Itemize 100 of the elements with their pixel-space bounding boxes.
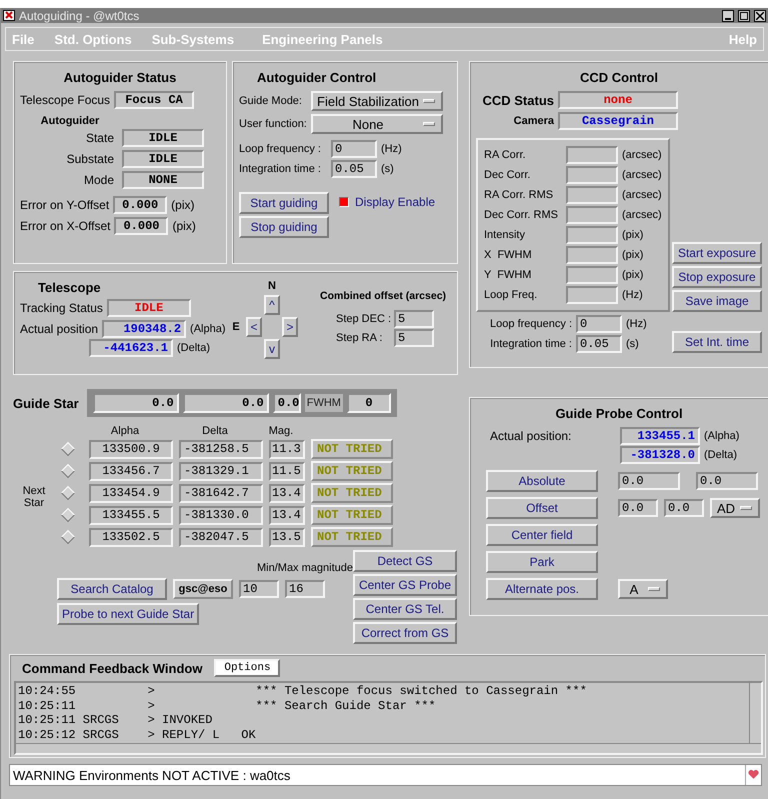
- action-button[interactable]: Correct from GS: [353, 622, 457, 644]
- readout-field: [566, 206, 618, 224]
- set-button[interactable]: Set Int. time: [672, 331, 762, 353]
- south-button[interactable]: v: [264, 339, 280, 359]
- value-field: 0.0: [272, 393, 301, 413]
- minimize-icon[interactable]: [722, 10, 734, 22]
- west-button[interactable]: >: [282, 317, 298, 337]
- dropdown[interactable]: None: [311, 114, 443, 134]
- alpha-cell: 133454.9: [89, 484, 173, 502]
- options-button[interactable]: Options: [214, 659, 280, 677]
- readout-field: [566, 226, 618, 244]
- action-button[interactable]: Center field: [486, 524, 598, 546]
- action-button[interactable]: Center GS Probe: [353, 574, 457, 596]
- field-label: Min/Max magnitude: [256, 562, 353, 574]
- dash-icon: [423, 122, 435, 126]
- input-field[interactable]: 0: [331, 140, 377, 158]
- field-label: Integration time :: [489, 338, 572, 350]
- status-message: WARNING Environments NOT ACTIVE : wa0tcs: [13, 768, 290, 782]
- alpha-field: 133455.1: [620, 427, 700, 445]
- action-button[interactable]: Stop guiding: [239, 216, 329, 238]
- status-cell: NOT TRIED: [311, 527, 393, 547]
- panel-title: Telescope: [37, 280, 102, 295]
- dash-icon: [423, 99, 435, 103]
- status-field: IDLE: [122, 129, 204, 147]
- delta-cell: -381330.0: [179, 506, 263, 524]
- vertical-scrollbar[interactable]: [749, 683, 761, 743]
- probe-button[interactable]: Probe to next Guide Star: [57, 603, 200, 625]
- field-label: Loop frequency :: [239, 143, 322, 155]
- log-line: 10:25:11 > *** Search Guide Star ***: [18, 698, 437, 713]
- action-button[interactable]: Center GS Tel.: [353, 598, 457, 620]
- input-field[interactable]: 5: [394, 329, 434, 347]
- field-label: Camera: [512, 115, 554, 127]
- action-button[interactable]: Park: [486, 551, 598, 573]
- action-button[interactable]: Save image: [672, 290, 762, 312]
- dropdown[interactable]: AD: [710, 498, 760, 518]
- field-label: Telescope Focus: [20, 93, 110, 107]
- search-button[interactable]: Search Catalog: [57, 578, 167, 600]
- readout-field: [566, 186, 618, 204]
- action-button[interactable]: Alternate pos.: [486, 578, 598, 600]
- input-field[interactable]: 0.0: [696, 472, 758, 490]
- action-button[interactable]: Absolute: [486, 470, 598, 492]
- dropdown[interactable]: A: [618, 579, 668, 599]
- field-label: RA Corr.: [484, 149, 527, 161]
- unit-label: (pix): [622, 249, 644, 261]
- field-label: Actual position:: [489, 429, 572, 443]
- unit-label: (Hz): [622, 289, 643, 301]
- error-field: 0.000: [114, 217, 168, 235]
- fwhm-field: 0: [346, 393, 391, 413]
- field-label: Actual position: [20, 322, 98, 336]
- field-label: Dec Corr. RMS: [484, 209, 559, 221]
- value-field: 0.0: [182, 393, 269, 413]
- input-field[interactable]: 5: [394, 310, 434, 328]
- unit-label: (Alpha): [190, 323, 226, 335]
- action-button[interactable]: Detect GS: [353, 550, 457, 572]
- input-field[interactable]: 16: [285, 580, 325, 598]
- section-title: Guide Star: [13, 396, 79, 410]
- field-label: Step DEC :: [336, 313, 390, 325]
- magnitude-cell: 13.4: [269, 484, 305, 502]
- camera-field: Cassegrain: [558, 112, 678, 130]
- field-label: RA Corr. RMS: [484, 189, 554, 201]
- north-button[interactable]: ^: [264, 295, 280, 315]
- delta-cell: -381642.7: [179, 484, 263, 502]
- close-icon[interactable]: [754, 10, 766, 22]
- unit-label: (arcsec): [622, 209, 662, 221]
- unit-label: (Delta): [704, 449, 738, 461]
- input-field[interactable]: 0.0: [618, 472, 680, 490]
- east-button[interactable]: <: [246, 317, 262, 337]
- column-header: Delta: [201, 425, 229, 437]
- input-field[interactable]: 10: [239, 580, 279, 598]
- input-field[interactable]: 0.0: [664, 499, 704, 517]
- delta-cell: -382047.5: [179, 528, 263, 546]
- action-button[interactable]: Start guiding: [239, 192, 329, 214]
- dropdown[interactable]: Field Stabilization: [311, 91, 443, 111]
- field-label: User function:: [239, 118, 307, 130]
- readout-field: [566, 146, 618, 164]
- checkbox[interactable]: [339, 197, 349, 207]
- catalog-field: gsc@eso: [173, 579, 233, 599]
- heart-icon: [745, 765, 761, 785]
- field-label: X FWHM: [484, 249, 533, 261]
- action-button[interactable]: Offset: [486, 497, 598, 519]
- status-field: NONE: [122, 171, 204, 189]
- action-button[interactable]: Start exposure: [672, 242, 762, 264]
- action-button[interactable]: Stop exposure: [672, 266, 762, 288]
- error-field: 0.000: [113, 196, 168, 214]
- input-field[interactable]: 0.05: [331, 160, 377, 178]
- field-label: Guide Mode:: [239, 95, 303, 107]
- east-label: E: [232, 321, 240, 333]
- field-label: Intensity: [484, 229, 526, 241]
- input-field[interactable]: 0.0: [618, 499, 658, 517]
- field-label: Dec Corr.: [484, 169, 532, 181]
- panel-title: Autoguider Status: [62, 70, 178, 85]
- input-field[interactable]: 0.05: [576, 335, 622, 353]
- log-line: 10:25:11 SRCGS > INVOKED: [18, 713, 214, 728]
- field-label: Error on Y-Offset: [20, 198, 110, 212]
- input-field[interactable]: 0: [576, 315, 622, 333]
- status-cell: NOT TRIED: [311, 483, 393, 503]
- alpha-cell: 133502.5: [89, 528, 173, 546]
- maximize-icon[interactable]: [738, 10, 750, 22]
- readout-field: [566, 166, 618, 184]
- alpha-field: 190348.2: [102, 320, 186, 338]
